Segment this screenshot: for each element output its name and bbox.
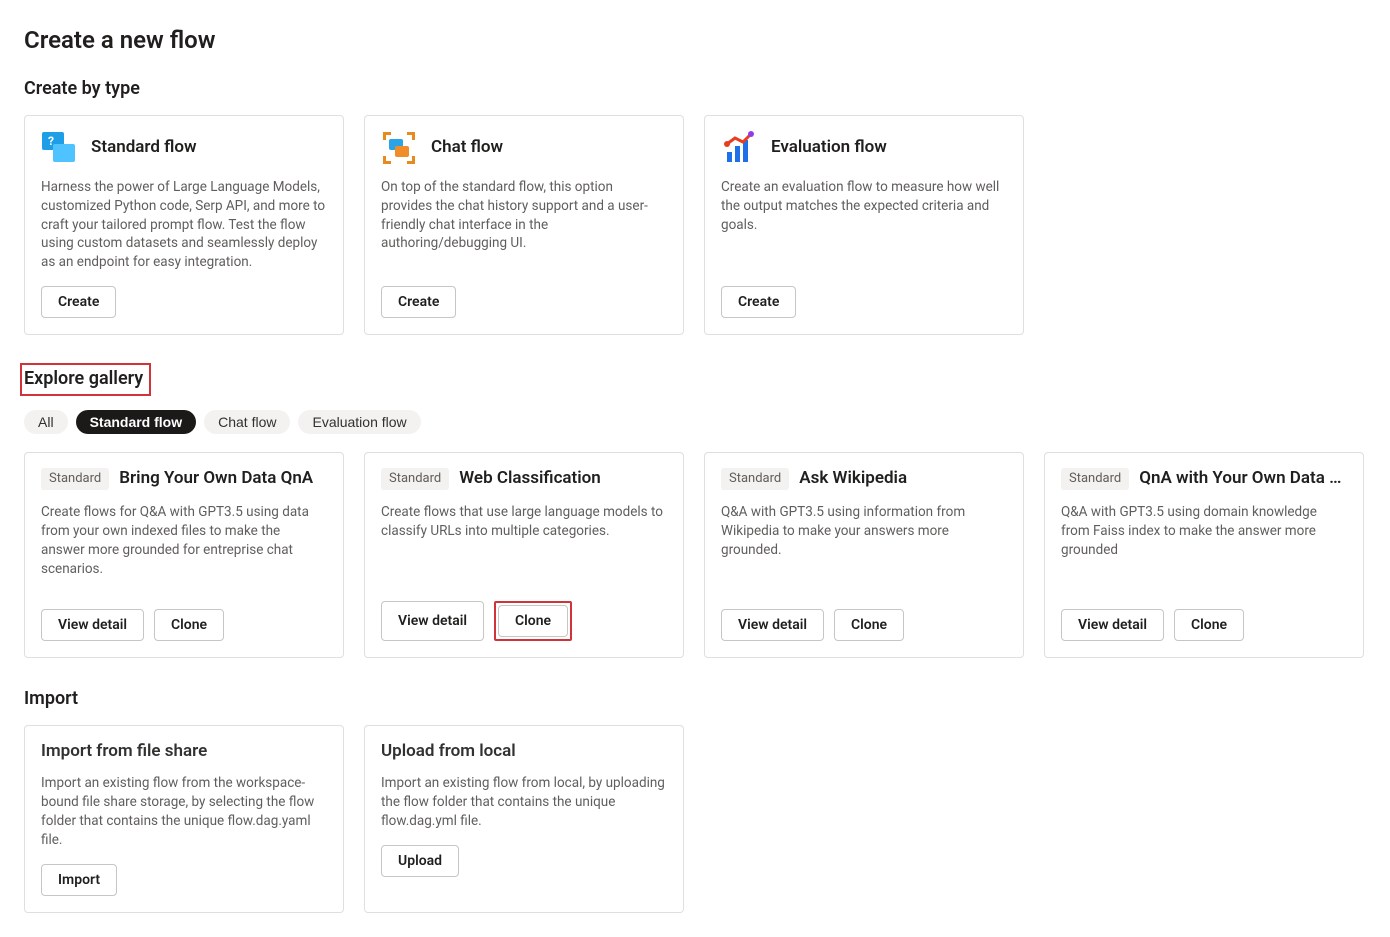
chat-flow-icon [381, 130, 417, 166]
pill-chat-flow[interactable]: Chat flow [204, 410, 290, 434]
highlight-explore-gallery: Explore gallery [20, 363, 151, 396]
gallery-card-desc: Q&A with GPT3.5 using domain knowledge f… [1061, 503, 1347, 597]
gallery-tag: Standard [721, 468, 789, 490]
type-card-desc: On top of the standard flow, this option… [381, 178, 667, 272]
clone-button[interactable]: Clone [154, 609, 224, 641]
import-button[interactable]: Import [41, 864, 117, 896]
gallery-card-title: Bring Your Own Data QnA [119, 467, 313, 491]
type-card-desc: Harness the power of Large Language Mode… [41, 178, 327, 272]
import-card-title: Import from file share [41, 740, 327, 764]
gallery-tag: Standard [41, 468, 109, 490]
clone-button[interactable]: Clone [498, 605, 568, 637]
type-card-title: Chat flow [431, 136, 503, 160]
page-title: Create a new flow [24, 24, 1366, 58]
gallery-card-title: QnA with Your Own Data Usi… [1139, 467, 1347, 491]
gallery-card-title: Ask Wikipedia [799, 467, 907, 491]
view-detail-button[interactable]: View detail [41, 609, 144, 641]
gallery-tag: Standard [381, 468, 449, 490]
import-card-desc: Import an existing flow from local, by u… [381, 774, 667, 831]
gallery-cards-row: Standard Bring Your Own Data QnA Create … [24, 452, 1366, 658]
standard-flow-icon: ? [41, 130, 77, 166]
gallery-card-bring-your-own-data-qna: Standard Bring Your Own Data QnA Create … [24, 452, 344, 658]
section-import-heading: Import [24, 686, 1366, 711]
import-card-file-share: Import from file share Import an existin… [24, 725, 344, 912]
clone-button[interactable]: Clone [834, 609, 904, 641]
gallery-card-header: Standard Bring Your Own Data QnA [41, 467, 327, 491]
section-explore-gallery-heading: Explore gallery [24, 363, 1366, 396]
gallery-card-header: Standard Web Classification [381, 467, 667, 491]
type-card-chat-flow: Chat flow On top of the standard flow, t… [364, 115, 684, 335]
view-detail-button[interactable]: View detail [721, 609, 824, 641]
type-card-title: Evaluation flow [771, 136, 887, 160]
highlight-clone-button: Clone [494, 601, 572, 641]
upload-button[interactable]: Upload [381, 845, 459, 877]
pill-standard-flow[interactable]: Standard flow [76, 410, 197, 434]
create-evaluation-flow-button[interactable]: Create [721, 286, 796, 318]
gallery-card-desc: Q&A with GPT3.5 using information from W… [721, 503, 1007, 597]
type-cards-row: ? Standard flow Harness the power of Lar… [24, 115, 1366, 335]
create-chat-flow-button[interactable]: Create [381, 286, 456, 318]
gallery-card-header: Standard Ask Wikipedia [721, 467, 1007, 491]
import-cards-row: Import from file share Import an existin… [24, 725, 1366, 912]
type-card-header: Chat flow [381, 130, 667, 166]
gallery-tag: Standard [1061, 468, 1129, 490]
gallery-filter-pills: All Standard flow Chat flow Evaluation f… [24, 410, 1366, 434]
svg-text:?: ? [48, 134, 54, 148]
type-card-evaluation-flow: Evaluation flow Create an evaluation flo… [704, 115, 1024, 335]
gallery-card-desc: Create flows that use large language mod… [381, 503, 667, 589]
type-card-header: Evaluation flow [721, 130, 1007, 166]
type-card-standard-flow: ? Standard flow Harness the power of Lar… [24, 115, 344, 335]
gallery-card-title: Web Classification [459, 467, 601, 491]
section-create-by-type-heading: Create by type [24, 76, 1366, 101]
import-card-upload-local: Upload from local Import an existing flo… [364, 725, 684, 912]
clone-button[interactable]: Clone [1174, 609, 1244, 641]
pill-all[interactable]: All [24, 410, 68, 434]
import-card-title: Upload from local [381, 740, 667, 764]
view-detail-button[interactable]: View detail [1061, 609, 1164, 641]
gallery-card-qna-own-data: Standard QnA with Your Own Data Usi… Q&A… [1044, 452, 1364, 658]
type-card-desc: Create an evaluation flow to measure how… [721, 178, 1007, 272]
type-card-title: Standard flow [91, 136, 197, 160]
create-standard-flow-button[interactable]: Create [41, 286, 116, 318]
gallery-card-ask-wikipedia: Standard Ask Wikipedia Q&A with GPT3.5 u… [704, 452, 1024, 658]
gallery-card-desc: Create flows for Q&A with GPT3.5 using d… [41, 503, 327, 597]
evaluation-flow-icon [721, 130, 757, 166]
gallery-card-web-classification: Standard Web Classification Create flows… [364, 452, 684, 658]
view-detail-button[interactable]: View detail [381, 601, 484, 641]
import-card-desc: Import an existing flow from the workspa… [41, 774, 327, 850]
gallery-card-header: Standard QnA with Your Own Data Usi… [1061, 467, 1347, 491]
pill-evaluation-flow[interactable]: Evaluation flow [298, 410, 420, 434]
type-card-header: ? Standard flow [41, 130, 327, 166]
